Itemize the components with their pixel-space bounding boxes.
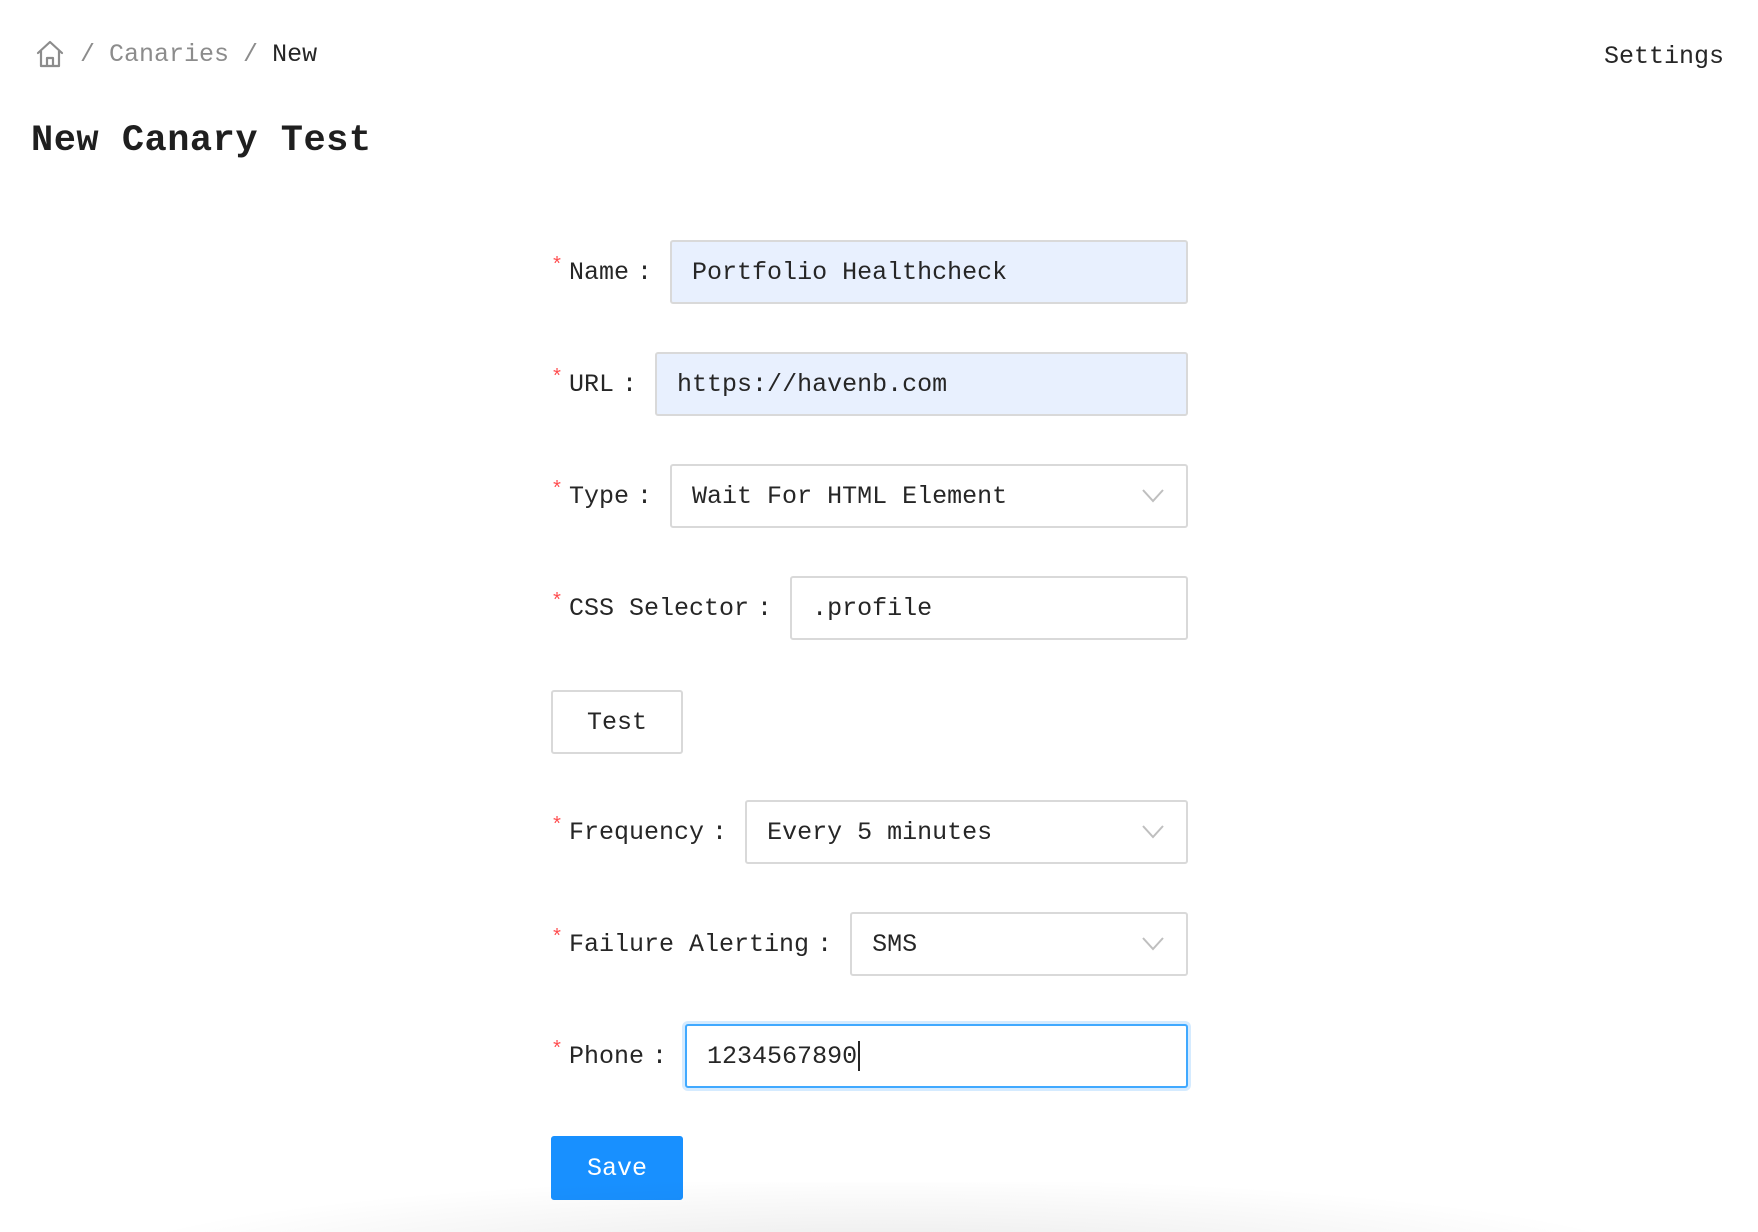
frequency-label: * Frequency :: [551, 814, 745, 847]
type-select-value: Wait For HTML Element: [692, 481, 1008, 511]
name-label-text: Name: [569, 257, 630, 287]
form-row-failure-alerting: * Failure Alerting : SMS: [551, 912, 1188, 976]
required-marker: *: [551, 1038, 564, 1062]
label-colon: :: [652, 1041, 668, 1071]
form-row-type: * Type : Wait For HTML Element: [551, 464, 1188, 528]
breadcrumb: / Canaries / New: [34, 38, 317, 70]
css-selector-input[interactable]: [812, 593, 1166, 623]
frequency-label-text: Frequency: [569, 817, 705, 847]
text-caret: [858, 1041, 861, 1071]
frequency-select-value: Every 5 minutes: [767, 817, 993, 847]
label-colon: :: [712, 817, 728, 847]
form-row-phone: * Phone : 1234567890: [551, 1024, 1188, 1088]
bottom-shadow: [120, 1182, 1638, 1232]
required-marker: *: [551, 926, 564, 950]
failure-alerting-select-value: SMS: [872, 929, 918, 959]
chevron-down-icon[interactable]: [1142, 825, 1164, 839]
required-marker: *: [551, 366, 564, 390]
url-input[interactable]: [677, 369, 1166, 399]
breadcrumb-item-canaries[interactable]: Canaries: [109, 40, 229, 69]
frequency-select[interactable]: Every 5 minutes: [745, 800, 1188, 864]
page-title: New Canary Test: [31, 120, 372, 162]
required-marker: *: [551, 590, 564, 614]
breadcrumb-item-new: New: [272, 39, 318, 69]
label-colon: :: [637, 481, 653, 511]
required-marker: *: [551, 254, 564, 278]
phone-label: * Phone :: [551, 1038, 685, 1071]
test-button[interactable]: Test: [551, 690, 683, 754]
breadcrumb-separator: /: [80, 39, 96, 69]
required-marker: *: [551, 814, 564, 838]
form-row-name: * Name :: [551, 240, 1188, 304]
label-colon: :: [757, 593, 773, 623]
url-label-text: URL: [569, 369, 615, 399]
breadcrumb-separator: /: [243, 39, 259, 69]
name-label: * Name :: [551, 254, 670, 287]
failure-alerting-label-text: Failure Alerting: [569, 929, 810, 959]
settings-link[interactable]: Settings: [1604, 42, 1724, 71]
label-colon: :: [637, 257, 653, 287]
form-row-frequency: * Frequency : Every 5 minutes: [551, 800, 1188, 864]
css-selector-input-box[interactable]: [790, 576, 1188, 640]
save-button[interactable]: Save: [551, 1136, 683, 1200]
chevron-down-icon[interactable]: [1142, 489, 1164, 503]
form-row-css-selector: * CSS Selector :: [551, 576, 1188, 640]
failure-alerting-select[interactable]: SMS: [850, 912, 1188, 976]
name-input[interactable]: [692, 257, 1166, 287]
label-colon: :: [622, 369, 638, 399]
type-select[interactable]: Wait For HTML Element: [670, 464, 1188, 528]
required-marker: *: [551, 478, 564, 502]
chevron-down-icon[interactable]: [1142, 937, 1164, 951]
url-input-box[interactable]: [655, 352, 1188, 416]
css-selector-label-text: CSS Selector: [569, 593, 750, 623]
url-label: * URL :: [551, 366, 655, 399]
phone-input-box[interactable]: 1234567890: [685, 1024, 1188, 1088]
phone-input[interactable]: 1234567890: [707, 1042, 857, 1071]
failure-alerting-label: * Failure Alerting :: [551, 926, 850, 959]
type-label: * Type :: [551, 478, 670, 511]
phone-label-text: Phone: [569, 1041, 645, 1071]
label-colon: :: [817, 929, 833, 959]
type-label-text: Type: [569, 481, 630, 511]
form-row-url: * URL :: [551, 352, 1188, 416]
page: / Canaries / New Settings New Canary Tes…: [0, 0, 1758, 1232]
name-input-box[interactable]: [670, 240, 1188, 304]
css-selector-label: * CSS Selector :: [551, 590, 790, 623]
home-icon[interactable]: [34, 38, 66, 70]
